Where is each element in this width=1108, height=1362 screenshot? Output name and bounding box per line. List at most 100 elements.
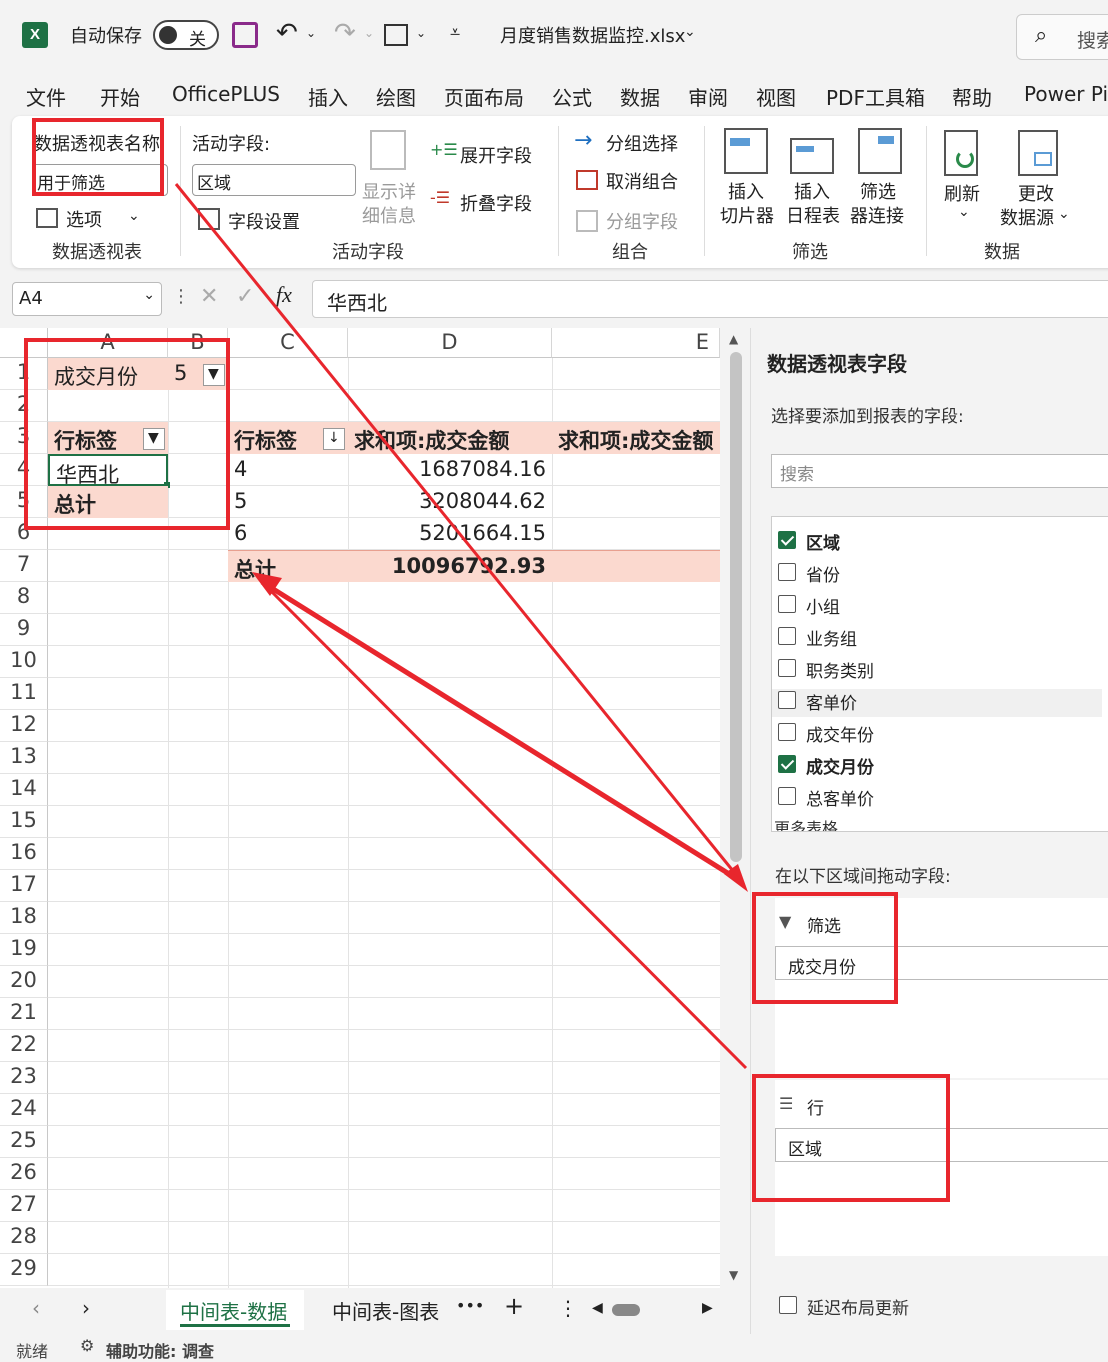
more-sheets-icon[interactable]: ••• xyxy=(456,1296,484,1315)
hscroll-right-icon[interactable]: ▶ xyxy=(702,1300,713,1316)
autosave-toggle[interactable]: 关 xyxy=(153,20,219,50)
hscroll-thumb[interactable] xyxy=(612,1304,640,1316)
column-header-b[interactable]: B xyxy=(168,328,228,358)
scroll-down-icon[interactable]: ▼ xyxy=(729,1268,738,1282)
row-header[interactable]: 21 xyxy=(0,998,48,1030)
column-header-d[interactable]: D xyxy=(348,328,552,358)
filter-zone-item[interactable]: 成交月份 xyxy=(775,946,1108,980)
field-checkbox[interactable] xyxy=(778,691,796,709)
group-selection-button[interactable]: 分组选择 xyxy=(606,130,678,156)
add-sheet-icon[interactable]: + xyxy=(504,1292,524,1320)
row-header[interactable]: 23 xyxy=(0,1062,48,1094)
menu-data[interactable]: 数据 xyxy=(620,82,660,111)
collapse-field-button[interactable]: 折叠字段 xyxy=(460,190,532,216)
row-label-filter-icon[interactable]: ▼ xyxy=(143,428,165,450)
table-format-dropdown-icon[interactable]: ⌄ xyxy=(416,26,426,40)
row-header[interactable]: 20 xyxy=(0,966,48,998)
undo-dropdown-icon[interactable]: ⌄ xyxy=(306,26,316,40)
row-header[interactable]: 28 xyxy=(0,1222,48,1254)
menu-file[interactable]: 文件 xyxy=(26,82,66,111)
row-header[interactable]: 15 xyxy=(0,806,48,838)
field-checkbox[interactable] xyxy=(778,755,796,773)
more-tables-link[interactable]: 更多表格... xyxy=(774,815,853,831)
row-header[interactable]: 25 xyxy=(0,1126,48,1158)
field-checkbox[interactable] xyxy=(778,595,796,613)
row-header[interactable]: 17 xyxy=(0,870,48,902)
cell-c4[interactable]: 4 xyxy=(228,454,348,486)
formula-input[interactable]: 华西北 xyxy=(312,280,1108,318)
undo-icon[interactable]: ↶ xyxy=(276,18,298,48)
sheet-tab-chart[interactable]: 中间表-图表 xyxy=(332,1296,439,1325)
row-header[interactable]: 3 xyxy=(0,422,48,454)
row-header[interactable]: 9 xyxy=(0,614,48,646)
vertical-scrollbar[interactable]: ▲ ▼ xyxy=(724,328,748,1288)
cell-e7[interactable] xyxy=(552,550,720,582)
field-item[interactable]: 成交年份 xyxy=(778,721,1108,749)
cell-d5[interactable]: 3208044.62 xyxy=(348,486,552,518)
row-header[interactable]: 7 xyxy=(0,550,48,582)
cell-d4[interactable]: 1687084.16 xyxy=(348,454,552,486)
drill-details-line2[interactable]: 细信息 xyxy=(362,202,416,228)
field-checkbox[interactable] xyxy=(778,531,796,549)
field-settings-button[interactable]: 字段设置 xyxy=(228,208,300,234)
field-checkbox[interactable] xyxy=(778,563,796,581)
insert-timeline-line2[interactable]: 日程表 xyxy=(786,202,840,228)
spreadsheet-grid[interactable]: A B C D E 1 2 3 4 5 6 7 8 9 10 11 12 13 14 15 16 17 18 19 2… xyxy=(0,328,720,1288)
column-header-e[interactable]: E xyxy=(552,328,720,358)
change-source-line2[interactable]: 数据源 xyxy=(1000,204,1054,230)
menu-insert[interactable]: 插入 xyxy=(308,82,348,111)
column-header-a[interactable]: A xyxy=(48,328,168,358)
scroll-thumb[interactable] xyxy=(730,352,742,862)
menu-page-layout[interactable]: 页面布局 xyxy=(444,82,524,111)
expand-field-button[interactable]: 展开字段 xyxy=(460,142,532,168)
filter-zone[interactable]: ▼ 筛选 成交月份 xyxy=(775,898,1108,1078)
filename-chevron-icon[interactable]: ⌄ xyxy=(684,24,696,40)
options-button[interactable]: 选项 xyxy=(66,206,102,232)
options-dropdown-icon[interactable]: ⌄ xyxy=(128,208,140,224)
enter-icon[interactable]: ✓ xyxy=(236,284,254,309)
menu-draw[interactable]: 绘图 xyxy=(376,82,416,111)
customize-qat-icon[interactable]: ⩡ xyxy=(450,22,460,43)
row-header[interactable]: 12 xyxy=(0,710,48,742)
name-box-dropdown-icon[interactable]: ⌄ xyxy=(143,287,155,303)
defer-update-checkbox[interactable] xyxy=(779,1296,797,1314)
cell-a1[interactable]: 成交月份 xyxy=(48,358,168,390)
menu-help[interactable]: 帮助 xyxy=(952,82,992,111)
filter-dropdown-icon[interactable]: ▼ xyxy=(203,364,225,386)
field-checkbox[interactable] xyxy=(778,787,796,805)
field-checkbox[interactable] xyxy=(778,723,796,741)
change-source-dropdown-icon[interactable]: ⌄ xyxy=(1058,206,1070,222)
active-field-input[interactable]: 区域 xyxy=(192,164,356,196)
filter-connections-line2[interactable]: 器连接 xyxy=(850,202,904,228)
insert-function-icon[interactable]: fx xyxy=(276,282,292,308)
save-icon[interactable] xyxy=(232,22,258,48)
field-search-input[interactable]: 搜索 xyxy=(771,454,1108,488)
menu-pdf-tools[interactable]: PDF工具箱 xyxy=(826,82,925,111)
scroll-up-icon[interactable]: ▲ xyxy=(729,332,738,346)
row-header[interactable]: 4 xyxy=(0,454,48,486)
more-options-icon[interactable]: ⋮ xyxy=(172,286,190,307)
rows-zone[interactable]: ☰ 行 区域 xyxy=(775,1080,1108,1256)
row-header[interactable]: 29 xyxy=(0,1254,48,1286)
file-name[interactable]: 月度销售数据监控.xlsx xyxy=(500,22,685,48)
change-source-line1[interactable]: 更改 xyxy=(1018,180,1054,206)
menu-home[interactable]: 开始 xyxy=(100,82,140,111)
cancel-icon[interactable]: ✕ xyxy=(200,284,218,309)
row-header[interactable]: 11 xyxy=(0,678,48,710)
row-header[interactable]: 6 xyxy=(0,518,48,550)
drill-details-line1[interactable]: 显示详 xyxy=(362,178,416,204)
table-format-icon[interactable] xyxy=(384,24,408,46)
row-header[interactable]: 19 xyxy=(0,934,48,966)
pivot-name-input[interactable]: 用于筛选 xyxy=(32,164,168,196)
row-header[interactable]: 16 xyxy=(0,838,48,870)
next-sheet-icon[interactable]: › xyxy=(82,1296,90,1320)
insert-slicer-line2[interactable]: 切片器 xyxy=(720,202,774,228)
row-header[interactable]: 18 xyxy=(0,902,48,934)
name-box[interactable]: A4 ⌄ xyxy=(12,282,162,316)
cell-a4-selected[interactable]: 华西北 xyxy=(48,454,168,486)
menu-view[interactable]: 视图 xyxy=(756,82,796,111)
field-checkbox[interactable] xyxy=(778,659,796,677)
rows-zone-item[interactable]: 区域 xyxy=(775,1128,1108,1162)
cell-d6[interactable]: 5201664.15 xyxy=(348,518,552,550)
search-box[interactable]: ⌕ 搜索 xyxy=(1016,14,1108,60)
